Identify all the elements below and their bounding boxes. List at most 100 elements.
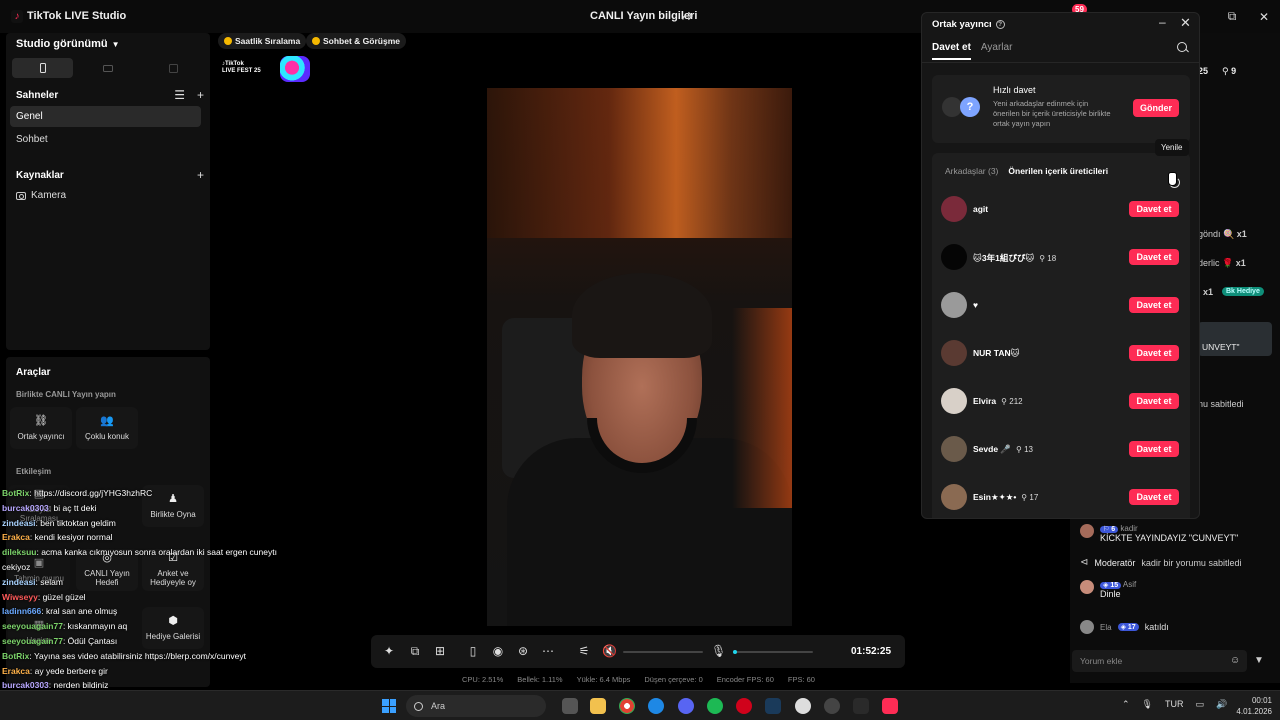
more-icon[interactable]: ⋯	[541, 644, 555, 658]
chat-username[interactable]: zindeasi	[2, 518, 36, 528]
close-window-icon[interactable]: ✕	[1248, 0, 1280, 33]
layout-icon[interactable]: ⊞	[433, 644, 447, 658]
invite-button[interactable]: Davet et	[1129, 297, 1179, 313]
emoji-icon[interactable]: ☺	[1230, 655, 1240, 666]
search-icon[interactable]	[1177, 42, 1187, 52]
chat-message: : ben tiktoktan geldim	[35, 517, 116, 528]
avatar[interactable]	[941, 292, 967, 318]
friend-name-text: Sevde 🎤	[973, 444, 1011, 454]
avatar[interactable]	[941, 484, 967, 510]
tab-invite[interactable]: Davet et	[932, 42, 971, 60]
phone-icon[interactable]: ▯	[466, 644, 480, 658]
chrome-icon[interactable]	[619, 698, 635, 714]
app-icon[interactable]	[853, 698, 869, 714]
studio-view-dropdown[interactable]: Studio görünümü ▼	[16, 38, 120, 50]
landscape-button[interactable]	[77, 58, 138, 78]
list-icon[interactable]: ☰	[174, 88, 185, 102]
follower-count-value: 212	[1009, 396, 1023, 406]
taskbar-search[interactable]: Ara	[406, 695, 546, 717]
invite-button[interactable]: Davet et	[1129, 201, 1179, 217]
task-view-icon[interactable]	[562, 698, 578, 714]
level-value: 6	[1111, 526, 1116, 533]
portrait-icon	[39, 63, 46, 73]
comment-input[interactable]: Yorum ekle	[1072, 650, 1247, 672]
invite-button[interactable]: Davet et	[1129, 249, 1179, 265]
tiktok-studio-icon[interactable]	[882, 698, 898, 714]
tab-friends[interactable]: Arkadaşlar (3)	[945, 166, 998, 176]
settings-sliders-icon[interactable]: ⚟	[577, 644, 591, 658]
share-icon[interactable]	[682, 10, 693, 22]
chat-username[interactable]: BotRix	[2, 651, 29, 661]
microphone-icon[interactable]: 🎙	[711, 644, 726, 658]
chevron-up-icon[interactable]: ⌃	[1122, 699, 1130, 710]
close-icon[interactable]: ✕	[1180, 15, 1191, 31]
settings-icon[interactable]	[795, 698, 811, 714]
steam-icon[interactable]	[765, 698, 781, 714]
invite-button[interactable]: Davet et	[1129, 489, 1179, 505]
avatar[interactable]	[941, 244, 967, 270]
add-scene-icon[interactable]: +	[197, 88, 204, 102]
camera-switch-icon[interactable]: ⊛	[516, 644, 530, 658]
follower-count-value: 13	[1024, 445, 1033, 454]
spotify-icon[interactable]	[707, 698, 723, 714]
mic-slider[interactable]	[733, 650, 813, 654]
discord-icon[interactable]	[678, 698, 694, 714]
volume-slider[interactable]	[623, 651, 703, 653]
chat-username[interactable]: seeyouagain77	[2, 621, 63, 631]
filter-icon[interactable]: ▼	[1254, 655, 1264, 666]
hourly-ranking-tag[interactable]: Saatlik Sıralama	[218, 33, 307, 49]
network-icon[interactable]: ▭	[1195, 699, 1204, 710]
mic-tray-icon[interactable]: 🎙	[1142, 699, 1153, 710]
avatar[interactable]	[941, 436, 967, 462]
record-icon[interactable]: ◉	[491, 644, 505, 658]
co-host-tile[interactable]: ⛓ Ortak yayıncı	[10, 407, 72, 449]
help-icon[interactable]: ?	[995, 20, 1005, 29]
livefest-badge[interactable]: ♪TikTok LIVE FEST 25	[220, 56, 310, 82]
avatar[interactable]	[941, 388, 967, 414]
chat-username[interactable]: dileksuu	[2, 547, 36, 557]
scene-item-genel[interactable]: Genel	[10, 106, 201, 127]
chat-meet-tag[interactable]: Sohbet & Görüşme	[306, 33, 406, 49]
file-explorer-icon[interactable]	[590, 698, 606, 714]
avatar[interactable]	[941, 196, 967, 222]
chat-username[interactable]: zindeasi	[2, 577, 36, 587]
obs-icon[interactable]	[824, 698, 840, 714]
add-source-icon[interactable]: +	[197, 168, 204, 182]
chat-username[interactable]: burcak0303	[2, 680, 49, 690]
window-controls: ⧉ ✕	[1216, 0, 1280, 33]
avatar[interactable]	[941, 340, 967, 366]
effects-icon[interactable]: ⧉	[408, 644, 422, 659]
chat-username[interactable]: seeyouagain77	[2, 636, 63, 646]
send-button[interactable]: Gönder	[1133, 99, 1179, 117]
windows-start-icon[interactable]	[382, 699, 396, 713]
tab-settings[interactable]: Ayarlar	[981, 42, 1013, 60]
minimize-icon[interactable]: –	[1159, 15, 1166, 29]
clock[interactable]: 00:01 4.01.2026	[1232, 695, 1272, 717]
edge-icon[interactable]	[648, 698, 664, 714]
chat-username[interactable]: Erakca	[2, 532, 30, 542]
gift-event-2: derlic 🌹 x1	[1198, 258, 1246, 268]
other-layout-button[interactable]	[143, 58, 204, 78]
invite-button[interactable]: Davet et	[1129, 345, 1179, 361]
tile-label: Çoklu konuk	[84, 431, 130, 441]
invite-button[interactable]: Davet et	[1129, 441, 1179, 457]
speaker-muted-icon[interactable]: 🔇	[602, 644, 617, 658]
portrait-button[interactable]	[12, 58, 74, 78]
language-indicator[interactable]: TUR	[1165, 699, 1184, 710]
chat-username[interactable]: ladinn666	[2, 606, 41, 616]
chat-username[interactable]: BotRix	[2, 488, 29, 498]
multi-guest-tile[interactable]: 👥 Çoklu konuk	[76, 407, 138, 449]
volume-icon[interactable]: 🔊	[1216, 699, 1227, 710]
chat-username[interactable]: Erakca	[2, 666, 30, 676]
chat-message: : bi aç tt deki	[48, 502, 97, 513]
chat-username[interactable]: Wiwseyy	[2, 592, 38, 602]
magic-wand-icon[interactable]: ✦	[382, 644, 396, 658]
invite-button[interactable]: Davet et	[1129, 393, 1179, 409]
gift-pill[interactable]: Bk Hediye	[1222, 287, 1264, 296]
opera-icon[interactable]	[736, 698, 752, 714]
tab-suggested[interactable]: Önerilen içerik üreticileri	[1008, 166, 1108, 176]
source-item-camera[interactable]: Kamera	[16, 190, 66, 201]
chat-username[interactable]: burcak0303	[2, 503, 49, 513]
maximize-icon[interactable]: ⧉	[1216, 0, 1248, 33]
scene-item-sohbet[interactable]: Sohbet	[10, 129, 201, 150]
